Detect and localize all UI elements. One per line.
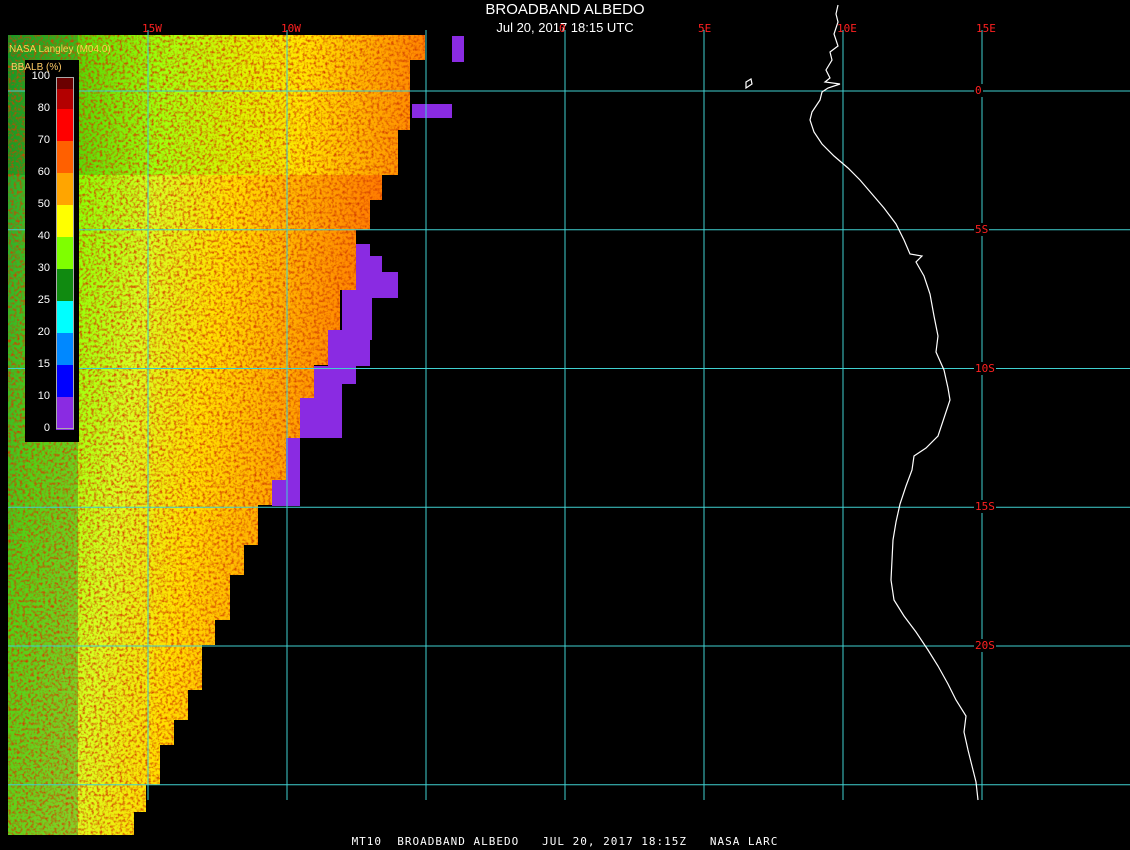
legend-swatch (56, 333, 74, 366)
footer-caption: MT10 BROADBAND ALBEDO JUL 20, 2017 18:15… (351, 835, 779, 848)
legend-tick-label: 20 (37, 326, 50, 338)
legend-swatch (56, 173, 74, 206)
legend-swatch (56, 269, 74, 302)
legend-tick-label: 15 (37, 358, 50, 370)
latitude-label: 5S (974, 222, 990, 236)
legend-swatch (56, 77, 74, 89)
legend-swatch (56, 141, 74, 174)
longitude-label: 15W (142, 22, 162, 35)
legend-swatch (56, 365, 74, 398)
legend-tick-label: 0 (43, 422, 50, 434)
legend-swatch (56, 237, 74, 270)
latitude-label: 20S (974, 639, 996, 652)
legend-swatch (56, 109, 74, 142)
legend-tick-label: 25 (37, 294, 50, 306)
legend-tick-label: 50 (37, 198, 50, 210)
legend-swatch (56, 397, 74, 430)
legend-swatch (56, 301, 74, 334)
legend-swatch (56, 205, 74, 238)
legend-tick-label: 10 (37, 390, 50, 402)
legend-tick-label: 80 (37, 102, 50, 114)
legend-tick-label: 70 (37, 134, 50, 146)
credit-label: NASA Langley (M04.0) (9, 44, 111, 55)
longitude-label: 10W (281, 22, 301, 35)
longitude-label: 15E (976, 22, 996, 35)
latitude-label: 15S (974, 500, 996, 514)
legend-tick-label: 40 (37, 230, 50, 242)
longitude-label: 10E (837, 22, 857, 35)
legend-tick-label: 100 (31, 70, 50, 82)
legend-tick-label: 60 (37, 166, 50, 178)
albedo-map (8, 4, 1130, 835)
longitude-label: 0 (559, 22, 566, 35)
latitude-label: 10S (974, 361, 996, 375)
legend-tick-label: 30 (37, 262, 50, 274)
latitude-label: 0 (974, 84, 983, 97)
longitude-label: 5E (698, 22, 712, 35)
page-title: BROADBAND ALBEDO (485, 1, 645, 18)
coastline (745, 4, 979, 801)
